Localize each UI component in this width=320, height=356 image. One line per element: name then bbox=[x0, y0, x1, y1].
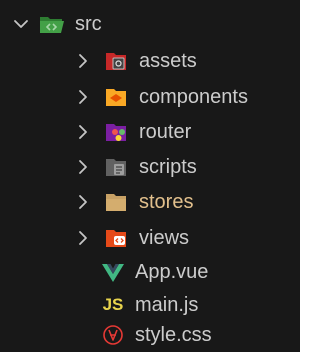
file-label: main.js bbox=[135, 294, 199, 316]
tree-folder-views[interactable]: views bbox=[0, 221, 300, 255]
chevron-right-icon[interactable] bbox=[72, 156, 94, 178]
chevron-down-icon[interactable] bbox=[10, 13, 32, 35]
chevron-right-icon[interactable] bbox=[72, 227, 94, 249]
chevron-right-icon[interactable] bbox=[72, 121, 94, 143]
tree-folder-scripts[interactable]: scripts bbox=[0, 150, 300, 184]
folder-label: src bbox=[75, 13, 102, 35]
chevron-right-icon[interactable] bbox=[72, 86, 94, 108]
chevron-right-icon[interactable] bbox=[72, 50, 94, 72]
folder-label: scripts bbox=[139, 156, 197, 178]
folder-label: assets bbox=[139, 50, 197, 72]
tree-folder-components[interactable]: components bbox=[0, 80, 300, 114]
tree-file-main-js[interactable]: JS main.js bbox=[0, 288, 300, 322]
css-file-icon bbox=[100, 324, 126, 346]
folder-label: views bbox=[139, 227, 190, 249]
folder-components-icon bbox=[104, 86, 130, 108]
tree-folder-src[interactable]: src bbox=[0, 7, 300, 41]
file-label: style.css bbox=[135, 324, 212, 346]
tree-folder-assets[interactable]: assets bbox=[0, 44, 300, 78]
folder-label: components bbox=[139, 86, 248, 108]
tree-folder-stores[interactable]: stores bbox=[0, 185, 300, 219]
folder-assets-icon bbox=[104, 50, 130, 72]
js-file-icon: JS bbox=[102, 295, 124, 314]
folder-stores-icon bbox=[104, 191, 130, 213]
chevron-right-icon[interactable] bbox=[72, 191, 94, 213]
folder-router-icon bbox=[104, 121, 130, 143]
tree-folder-router[interactable]: router bbox=[0, 115, 300, 149]
file-label: App.vue bbox=[135, 261, 209, 283]
folder-scripts-icon bbox=[104, 156, 130, 178]
folder-src-open-icon bbox=[39, 13, 65, 35]
folder-views-icon bbox=[104, 227, 130, 249]
vue-file-icon bbox=[100, 261, 126, 283]
tree-file-style-css[interactable]: style.css bbox=[0, 318, 300, 352]
folder-label: stores bbox=[139, 191, 194, 213]
tree-file-app-vue[interactable]: App.vue bbox=[0, 255, 300, 289]
folder-label: router bbox=[139, 121, 192, 143]
explorer-panel: src assets components router scripts sto… bbox=[0, 0, 300, 352]
